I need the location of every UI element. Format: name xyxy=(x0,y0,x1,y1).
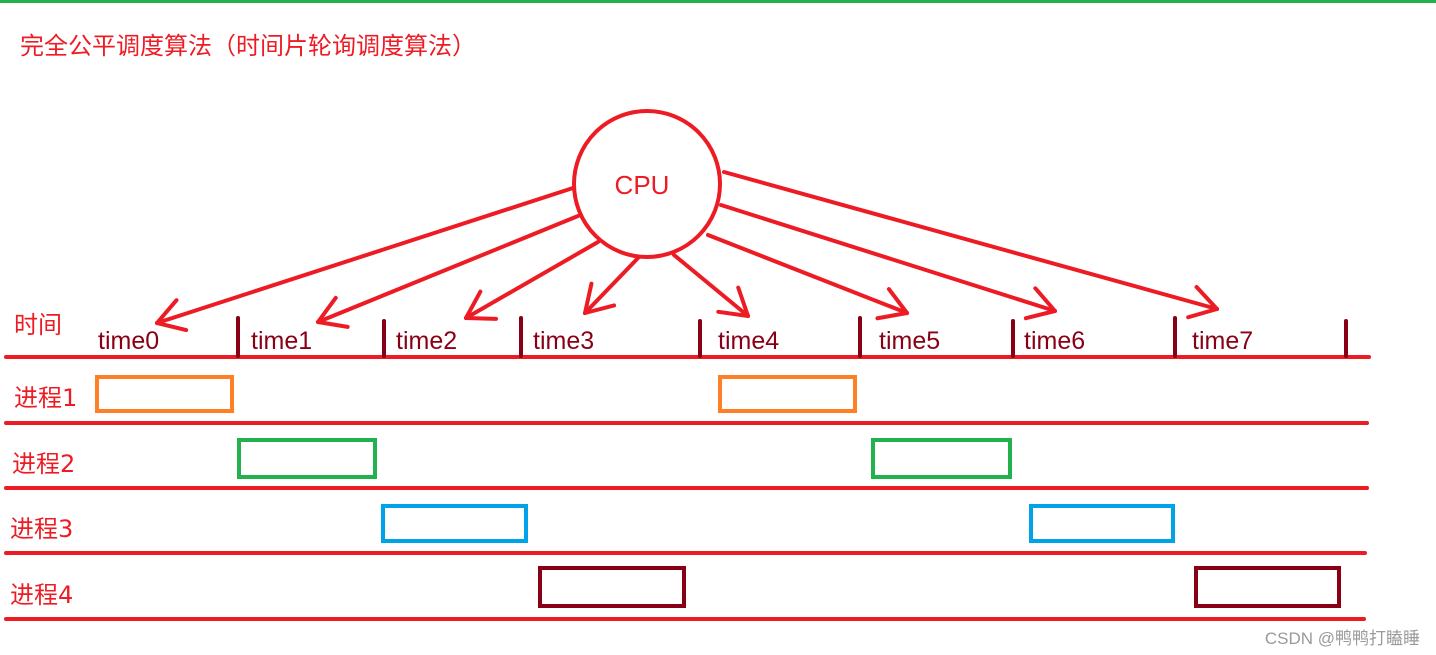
cpu-arrow-4 xyxy=(672,253,750,318)
timeline-rows: 时间进程1 进程2 进程3 进程4 xyxy=(4,311,1371,621)
process-label-4: 进程4 xyxy=(10,581,73,609)
arrow-head xyxy=(875,311,909,321)
process-label-1: 进程1 xyxy=(14,384,77,412)
process-2-slot-5 xyxy=(871,438,1012,479)
arrow-head xyxy=(155,321,189,333)
arrow-head xyxy=(464,316,498,321)
cpu-arrow-1 xyxy=(316,214,580,329)
time-slot-label: time1 xyxy=(251,327,312,355)
arrow-shaft xyxy=(722,170,1219,311)
process-3-slot-6 xyxy=(1029,504,1175,543)
process-1-slot-0 xyxy=(95,375,234,413)
cpu-label: CPU xyxy=(615,170,670,200)
arrow-shaft xyxy=(316,214,580,324)
arrow-shaft xyxy=(672,253,750,318)
process-blocks xyxy=(95,375,1341,608)
process-3-slot-2 xyxy=(381,504,528,543)
process-label-3: 进程3 xyxy=(10,515,73,543)
cpu-arrow-3 xyxy=(583,256,640,315)
time-slot-label: time7 xyxy=(1192,327,1253,355)
process-2-slot-1 xyxy=(237,438,377,479)
watermark: CSDN @鸭鸭打瞌睡 xyxy=(1264,629,1420,648)
arrow-shaft xyxy=(706,233,909,315)
time-slot-label: time5 xyxy=(879,327,940,355)
arrow-head xyxy=(316,320,350,329)
process-4-slot-7 xyxy=(1194,566,1341,608)
time-slot-label: time3 xyxy=(533,327,594,355)
cpu-arrow-0 xyxy=(155,186,575,333)
time-slot-label: time6 xyxy=(1024,327,1085,355)
time-slot-label: time4 xyxy=(718,327,779,355)
process-1-slot-4 xyxy=(718,375,857,413)
arrow-head xyxy=(1023,309,1057,321)
time-labels: time0 time1 time2 time3 time4 time5 time6 time7 xyxy=(98,327,1253,355)
process-4-slot-3 xyxy=(538,566,686,608)
time-slot-label: time0 xyxy=(98,327,159,355)
scheduling-diagram: CPU 时间进程1进程2进程3进程4 time0 time1 time2 time3 t… xyxy=(4,109,1371,621)
cpu-arrow-7 xyxy=(722,170,1219,320)
process-label-2: 进程2 xyxy=(12,450,75,478)
time-slot-label: time2 xyxy=(396,327,457,355)
time-row-label: 时间 xyxy=(14,311,62,339)
arrow-head xyxy=(1186,307,1219,320)
cpu-node: CPU xyxy=(572,109,722,259)
